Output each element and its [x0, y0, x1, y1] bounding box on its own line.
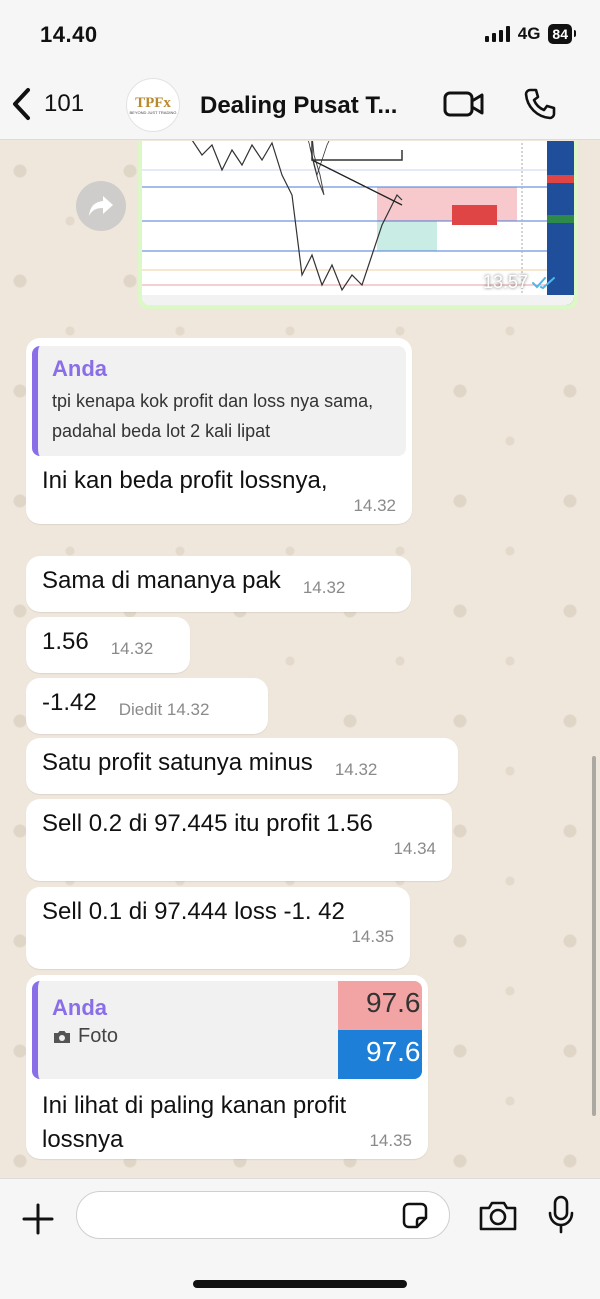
chat-area[interactable]: 13.57 Anda tpi kenapa kok profit dan los… — [0, 141, 600, 1178]
status-bar: 14.40 4G 84 — [0, 0, 600, 72]
message-text: Sell 0.2 di 97.445 itu profit 1.56 — [42, 810, 373, 837]
message-bubble[interactable]: Sama di mananya pak 14.32 — [26, 556, 411, 612]
camera-icon — [479, 1201, 517, 1231]
attach-button[interactable] — [20, 1201, 56, 1242]
avatar-logo: TPFx — [135, 94, 171, 111]
message-bubble[interactable]: Anda tpi kenapa kok profit dan loss nya … — [26, 338, 412, 524]
chat-header: 101 TPFx BEYOND JUST TRADING Dealing Pus… — [0, 72, 600, 140]
message-bubble[interactable]: Sell 0.2 di 97.445 itu profit 1.56 14.34 — [26, 799, 452, 881]
thumbnail-value-bottom: 97.6 — [338, 1030, 422, 1079]
forward-button[interactable] — [76, 181, 126, 231]
photo-label-text: Foto — [78, 1025, 119, 1047]
back-button[interactable]: 101 — [10, 86, 84, 122]
quoted-message[interactable]: Anda tpi kenapa kok profit dan loss nya … — [32, 346, 406, 456]
voice-call-button[interactable] — [522, 86, 558, 127]
video-camera-icon — [443, 91, 484, 117]
message-time: 14.32 — [353, 496, 396, 515]
avatar-tagline: BEYOND JUST TRADING — [129, 109, 177, 115]
message-input[interactable] — [76, 1191, 450, 1239]
forward-icon — [89, 196, 113, 216]
camera-button[interactable] — [478, 1199, 518, 1238]
message-bubble[interactable]: 1.56 14.32 — [26, 617, 190, 673]
message-time: 13.57 — [482, 272, 528, 292]
read-receipt-icon — [532, 276, 555, 289]
message-bubble[interactable]: Sell 0.1 di 97.444 loss -1. 42 14.35 — [26, 887, 410, 969]
photo-thumbnail: 97.6 97.6 — [338, 981, 422, 1079]
message-time: 14.34 — [393, 839, 436, 858]
message-text: Satu profit satunya minus — [42, 749, 313, 776]
microphone-button[interactable] — [546, 1195, 576, 1240]
message-text: Sama di mananya pak — [42, 567, 281, 594]
home-indicator[interactable] — [193, 1280, 407, 1288]
phone-icon — [524, 88, 556, 120]
sticker-icon — [402, 1202, 428, 1229]
message-text: 1.56 — [42, 628, 89, 655]
plus-icon — [22, 1203, 54, 1235]
status-indicators: 4G 84 — [484, 24, 576, 44]
scrollbar[interactable] — [592, 756, 596, 1116]
video-call-button[interactable] — [442, 86, 486, 127]
quote-author: Anda — [52, 356, 107, 381]
composer-bar — [0, 1178, 600, 1299]
sticker-button[interactable] — [400, 1201, 430, 1236]
quoted-photo[interactable]: Anda Foto 97.6 97.6 — [32, 981, 422, 1079]
message-bubble[interactable]: Anda Foto 97.6 97.6 Ini lihat di paling … — [26, 975, 428, 1159]
message-time: 14.32 — [302, 578, 346, 597]
message-time: 14.32 — [334, 760, 378, 779]
chart-image-message[interactable]: 13.57 — [138, 141, 578, 309]
message-text: Ini kan beda profit lossnya, — [42, 467, 328, 494]
quote-text: tpi kenapa kok profit dan loss nya sama,… — [52, 391, 374, 441]
thumbnail-value-top: 97.6 — [338, 981, 422, 1030]
battery-icon: 84 — [548, 24, 576, 44]
message-text: -1.42 — [42, 689, 97, 716]
message-time: 14.35 — [351, 927, 394, 946]
edited-label: Diedit — [118, 700, 163, 719]
message-text: Sell 0.1 di 97.444 loss -1. 42 — [42, 898, 345, 925]
camera-icon — [54, 1030, 70, 1043]
chevron-left-icon — [13, 88, 30, 120]
microphone-icon — [548, 1195, 574, 1234]
network-label: 4G — [517, 24, 541, 43]
signal-icon — [484, 26, 510, 42]
chart-screenshot[interactable]: 13.57 — [142, 141, 574, 305]
message-bubble[interactable]: -1.42 Diedit 14.32 — [26, 678, 268, 734]
unread-count: 101 — [44, 90, 85, 117]
message-meta: 13.57 — [483, 272, 556, 293]
chat-title[interactable]: Dealing Pusat T... — [200, 92, 428, 120]
message-time: 14.32 — [166, 700, 210, 719]
message-time: 14.32 — [110, 639, 154, 658]
status-time: 14.40 — [40, 22, 98, 47]
avatar[interactable]: TPFx BEYOND JUST TRADING — [126, 78, 180, 132]
message-bubble[interactable]: Satu profit satunya minus 14.32 — [26, 738, 458, 794]
